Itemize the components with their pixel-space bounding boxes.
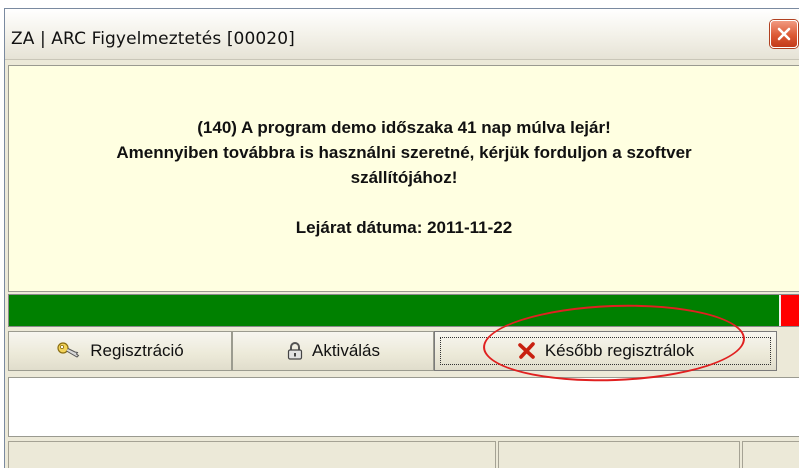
message-panel: (140) A program demo időszaka 41 nap múl… bbox=[8, 65, 799, 292]
red-x-icon bbox=[517, 341, 537, 361]
window-title: ZA | ARC Figyelmeztetés [00020] bbox=[11, 29, 295, 49]
register-later-label: Később regisztrálok bbox=[544, 341, 695, 360]
button-row: Regisztráció Aktiválás Később regisztrál… bbox=[8, 331, 799, 371]
register-button[interactable]: Regisztráció bbox=[8, 331, 232, 371]
close-button[interactable] bbox=[770, 20, 798, 48]
message-line-1: (140) A program demo időszaka 41 nap múl… bbox=[197, 118, 611, 137]
key-icon bbox=[56, 341, 82, 361]
progress-fill bbox=[9, 295, 780, 326]
progress-end-marker bbox=[781, 295, 799, 326]
close-icon bbox=[777, 27, 791, 41]
info-field bbox=[8, 377, 799, 437]
activate-button[interactable]: Aktiválás bbox=[232, 331, 434, 371]
activate-label: Aktiválás bbox=[311, 341, 381, 360]
register-label: Regisztráció bbox=[90, 341, 184, 360]
status-cell-1 bbox=[8, 441, 496, 468]
status-cell-2 bbox=[498, 441, 740, 468]
padlock-icon bbox=[286, 341, 304, 361]
status-bar bbox=[8, 441, 799, 468]
title-bar[interactable]: ZA | ARC Figyelmeztetés [00020] bbox=[5, 9, 799, 60]
warning-dialog: ZA | ARC Figyelmeztetés [00020] (140) A … bbox=[4, 8, 799, 468]
status-cell-3 bbox=[742, 441, 799, 468]
expiry-date: Lejárat dátuma: 2011-11-22 bbox=[295, 218, 513, 237]
message-line-2: Amennyiben továbbra is használni szeretn… bbox=[116, 143, 692, 162]
message-line-3: szállítójához! bbox=[350, 168, 458, 187]
register-later-button[interactable]: Később regisztrálok bbox=[434, 331, 777, 371]
demo-progress-bar bbox=[8, 294, 799, 327]
